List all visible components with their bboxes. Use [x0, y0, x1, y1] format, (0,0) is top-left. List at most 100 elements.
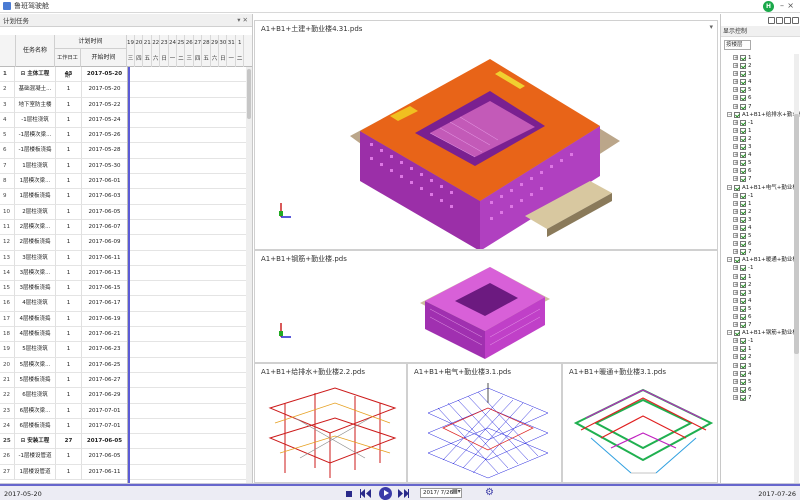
layer-checkbox[interactable]	[740, 63, 746, 70]
layer-checkbox[interactable]	[734, 330, 740, 337]
layer-checkbox[interactable]	[740, 71, 746, 78]
tree-floor-item[interactable]: +4	[721, 151, 800, 159]
fast-forward-button[interactable]	[398, 488, 409, 499]
layer-checkbox[interactable]	[740, 95, 746, 102]
layer-checkbox[interactable]	[740, 354, 746, 361]
tree-floor-item[interactable]: + -1	[721, 192, 800, 200]
tree-floor-item[interactable]: +4	[721, 224, 800, 232]
expand-icon[interactable]: +	[733, 200, 738, 206]
tree-scrollbar[interactable]	[794, 54, 799, 483]
layer-checkbox[interactable]	[740, 135, 746, 142]
pin-icon[interactable]: ▾ ✕	[237, 16, 248, 24]
layer-checkbox[interactable]	[740, 289, 746, 296]
tree-floor-item[interactable]: + -1	[721, 264, 800, 272]
expand-icon[interactable]: +	[733, 362, 738, 368]
stop-button[interactable]	[343, 488, 354, 499]
tree-group[interactable]: − A1+B1+钢筋+勤业楼	[721, 329, 800, 337]
expand-icon[interactable]: −	[727, 111, 732, 117]
expand-icon[interactable]: +	[733, 394, 738, 400]
col-duration[interactable]: 工作日工期	[55, 49, 81, 79]
expand-icon[interactable]: +	[733, 103, 738, 109]
tree-floor-item[interactable]: +3	[721, 143, 800, 151]
tree-floor-item[interactable]: +5	[721, 86, 800, 94]
expand-icon[interactable]: +	[733, 265, 738, 271]
tree-floor-item[interactable]: + -1	[721, 119, 800, 127]
expand-icon[interactable]: +	[733, 273, 738, 279]
layer-checkbox[interactable]	[740, 127, 746, 134]
layout-icon[interactable]	[768, 16, 775, 24]
expand-icon[interactable]: +	[733, 338, 738, 344]
tree-floor-item[interactable]: +3	[721, 289, 800, 297]
layer-checkbox[interactable]	[740, 314, 746, 320]
calendar-icon[interactable]: ▦▾	[452, 488, 461, 495]
tree-floor-item[interactable]: +1	[721, 54, 800, 62]
tree-floor-item[interactable]: +3	[721, 362, 800, 370]
expand-icon[interactable]: +	[733, 79, 738, 85]
expand-icon[interactable]: +	[733, 314, 738, 320]
layer-checkbox[interactable]	[740, 305, 746, 312]
viewport-civil[interactable]: A1+B1+土建+勤业楼4.31.pds ▾	[254, 20, 718, 250]
expand-icon[interactable]: +	[733, 354, 738, 360]
layer-checkbox[interactable]	[740, 144, 746, 151]
expand-icon[interactable]: +	[733, 249, 738, 255]
play-button[interactable]	[379, 487, 392, 500]
expand-icon[interactable]: +	[733, 386, 738, 392]
expand-icon[interactable]: +	[733, 305, 738, 311]
tree-floor-item[interactable]: +6	[721, 386, 800, 394]
expand-icon[interactable]: +	[733, 63, 738, 69]
expand-icon[interactable]: +	[733, 233, 738, 239]
tree-floor-item[interactable]: +3	[721, 70, 800, 78]
tree-floor-item[interactable]: +1	[721, 273, 800, 281]
tree-floor-item[interactable]: +6	[721, 94, 800, 102]
minimize-icon[interactable]: –	[780, 1, 784, 10]
layer-checkbox[interactable]	[740, 87, 746, 94]
expand-icon[interactable]: +	[733, 208, 738, 214]
expand-icon[interactable]: +	[733, 241, 738, 247]
expand-icon[interactable]: +	[733, 281, 738, 287]
rewind-button[interactable]	[360, 488, 371, 499]
expand-icon[interactable]: +	[733, 127, 738, 133]
close-icon[interactable]: ×	[787, 1, 794, 10]
layout-grid-icon[interactable]	[784, 16, 791, 24]
tree-floor-item[interactable]: +5	[721, 159, 800, 167]
layer-checkbox[interactable]	[740, 362, 746, 369]
layer-checkbox[interactable]	[740, 176, 746, 183]
tree-floor-item[interactable]: +1	[721, 127, 800, 135]
layer-checkbox[interactable]	[740, 103, 746, 110]
viewport-plumbing[interactable]: A1+B1+给排水+勤业楼2.2.pds	[254, 363, 407, 483]
layer-checkbox[interactable]	[740, 273, 746, 280]
tree-floor-item[interactable]: +6	[721, 167, 800, 175]
tree-floor-item[interactable]: +2	[721, 208, 800, 216]
tree-floor-item[interactable]: +1	[721, 200, 800, 208]
viewport-close-icon[interactable]: ▾	[709, 23, 713, 31]
tree-floor-item[interactable]: +7	[721, 103, 800, 111]
layout-split-icon[interactable]	[776, 16, 783, 24]
layer-checkbox[interactable]	[740, 200, 746, 207]
layer-checkbox[interactable]	[740, 338, 746, 345]
expand-icon[interactable]: +	[733, 160, 738, 166]
expand-icon[interactable]: +	[733, 378, 738, 384]
expand-icon[interactable]: +	[733, 322, 738, 328]
expand-icon[interactable]: +	[733, 119, 738, 125]
tree-floor-item[interactable]: +7	[721, 321, 800, 329]
tree-floor-item[interactable]: +4	[721, 78, 800, 86]
tree-floor-item[interactable]: +1	[721, 345, 800, 353]
tree-floor-item[interactable]: + -1	[721, 337, 800, 345]
tree-floor-item[interactable]: +4	[721, 370, 800, 378]
tree-floor-item[interactable]: +5	[721, 378, 800, 386]
tree-floor-item[interactable]: +2	[721, 135, 800, 143]
layer-checkbox[interactable]	[740, 386, 746, 393]
layer-checkbox[interactable]	[740, 265, 746, 272]
expand-icon[interactable]: −	[727, 184, 732, 190]
expand-icon[interactable]: +	[733, 71, 738, 77]
expand-icon[interactable]: +	[733, 346, 738, 352]
expand-icon[interactable]: +	[733, 297, 738, 303]
layer-checkbox[interactable]	[740, 160, 746, 167]
expand-icon[interactable]: +	[733, 176, 738, 182]
layer-checkbox[interactable]	[740, 216, 746, 223]
viewport-rebar[interactable]: A1+B1+钢筋+勤业楼.pds	[254, 250, 718, 363]
expand-icon[interactable]: +	[733, 289, 738, 295]
layer-checkbox[interactable]	[740, 233, 746, 240]
current-date-marker[interactable]	[128, 67, 130, 483]
timeline-slider[interactable]	[0, 484, 800, 486]
